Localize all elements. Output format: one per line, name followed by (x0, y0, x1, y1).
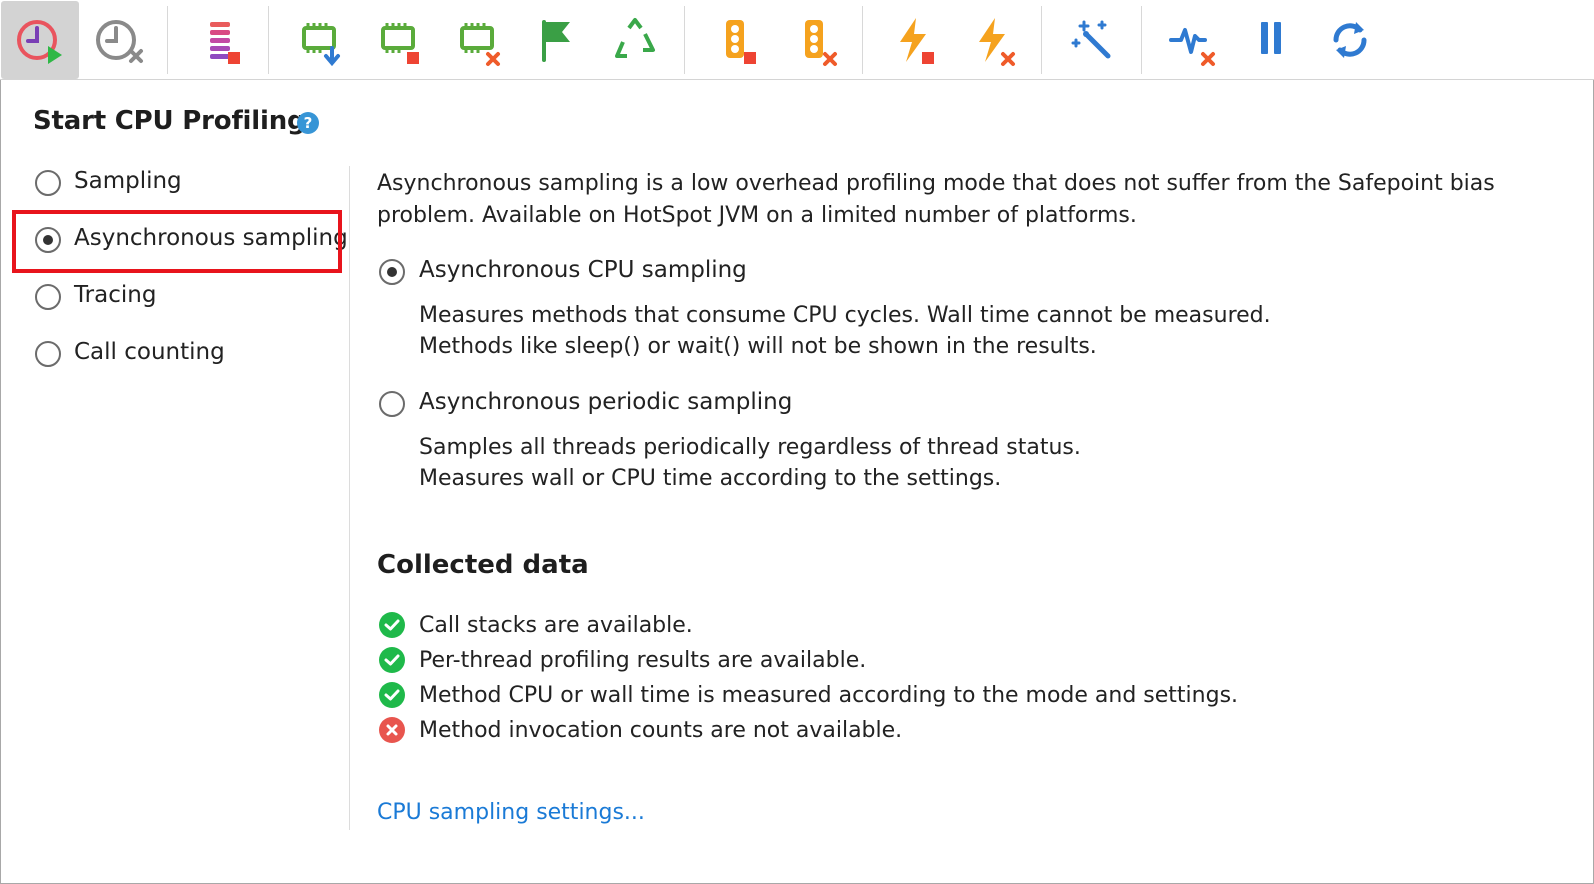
refresh-icon (1333, 22, 1367, 58)
memory-clear-icon (460, 23, 500, 66)
stop-monitor-profiling-button[interactable] (697, 1, 775, 79)
pause-icon (1261, 22, 1281, 54)
collected-data-heading: Collected data (377, 550, 589, 580)
cpu-profiling-panel: Start CPU Profiling ? Sampling Asynchron… (0, 80, 1594, 884)
mode-description-line-1: Asynchronous sampling is a low overhead … (377, 171, 1495, 196)
check-icon (379, 612, 405, 638)
cpu-start-icon (17, 20, 62, 64)
magic-wand-icon (1071, 20, 1111, 59)
collected-item: Method invocation counts are not availab… (419, 718, 903, 743)
stop-cpu-profiling-button[interactable] (80, 1, 158, 79)
radio-call-counting[interactable] (35, 341, 61, 367)
cpu-sampling-settings-link[interactable]: CPU sampling settings... (377, 800, 645, 825)
submode-label-periodic[interactable]: Asynchronous periodic sampling (419, 389, 792, 415)
error-icon (379, 717, 405, 743)
clear-events-button[interactable] (954, 1, 1032, 79)
cpu-stop-icon (96, 20, 143, 63)
mode-description-line-2: problem. Available on HotSpot JVM on a l… (377, 203, 1137, 228)
clear-telemetry-button[interactable] (1154, 1, 1232, 79)
divider (349, 166, 350, 830)
radio-asynchronous-cpu-sampling[interactable] (379, 259, 405, 285)
radio-sampling[interactable] (35, 170, 61, 196)
flag-button[interactable] (517, 1, 595, 79)
collected-item: Per-thread profiling results are availab… (419, 648, 867, 673)
radio-asynchronous-periodic-sampling[interactable] (379, 391, 405, 417)
events-stop-icon (900, 18, 934, 64)
flag-icon (542, 20, 570, 62)
memory-stop-icon (381, 23, 419, 64)
monitor-clear-icon (805, 20, 837, 66)
submode-cpu-desc-1: Measures methods that consume CPU cycles… (419, 303, 1271, 328)
collected-item: Call stacks are available. (419, 613, 693, 638)
pause-button[interactable] (1232, 1, 1310, 79)
clear-memory-button[interactable] (439, 1, 517, 79)
mode-label-sampling[interactable]: Sampling (74, 168, 182, 194)
memory-capture-icon (302, 23, 340, 67)
recycle-gc-icon (615, 18, 655, 58)
inspections-button[interactable] (1053, 1, 1131, 79)
help-icon[interactable]: ? (297, 112, 319, 134)
force-gc-button[interactable] (596, 1, 674, 79)
toolbar (0, 0, 1594, 80)
selection-highlight-box (12, 210, 342, 273)
collected-item: Method CPU or wall time is measured acco… (419, 683, 1239, 708)
page-title: Start CPU Profiling (33, 106, 306, 136)
stop-events-button[interactable] (875, 1, 953, 79)
radio-tracing[interactable] (35, 284, 61, 310)
check-icon (379, 682, 405, 708)
submode-cpu-desc-2: Methods like sleep() or wait() will not … (419, 334, 1097, 359)
stop-allocation-recording-button[interactable] (181, 1, 259, 79)
submode-periodic-desc-2: Measures wall or CPU time according to t… (419, 466, 1002, 491)
mode-label-call-counting[interactable]: Call counting (74, 339, 225, 365)
allocation-stop-icon (210, 22, 240, 64)
refresh-button[interactable] (1311, 1, 1389, 79)
monitor-stop-icon (726, 20, 756, 64)
submode-periodic-desc-1: Samples all threads periodically regardl… (419, 435, 1081, 460)
mode-label-tracing[interactable]: Tracing (74, 282, 156, 308)
clear-monitors-button[interactable] (776, 1, 854, 79)
capture-memory-snapshot-button[interactable] (281, 1, 359, 79)
check-icon (379, 647, 405, 673)
telemetry-clear-icon (1169, 28, 1215, 66)
submode-label-cpu[interactable]: Asynchronous CPU sampling (419, 257, 747, 283)
start-cpu-profiling-button[interactable] (1, 1, 79, 79)
stop-memory-button[interactable] (360, 1, 438, 79)
events-clear-icon (979, 18, 1015, 66)
